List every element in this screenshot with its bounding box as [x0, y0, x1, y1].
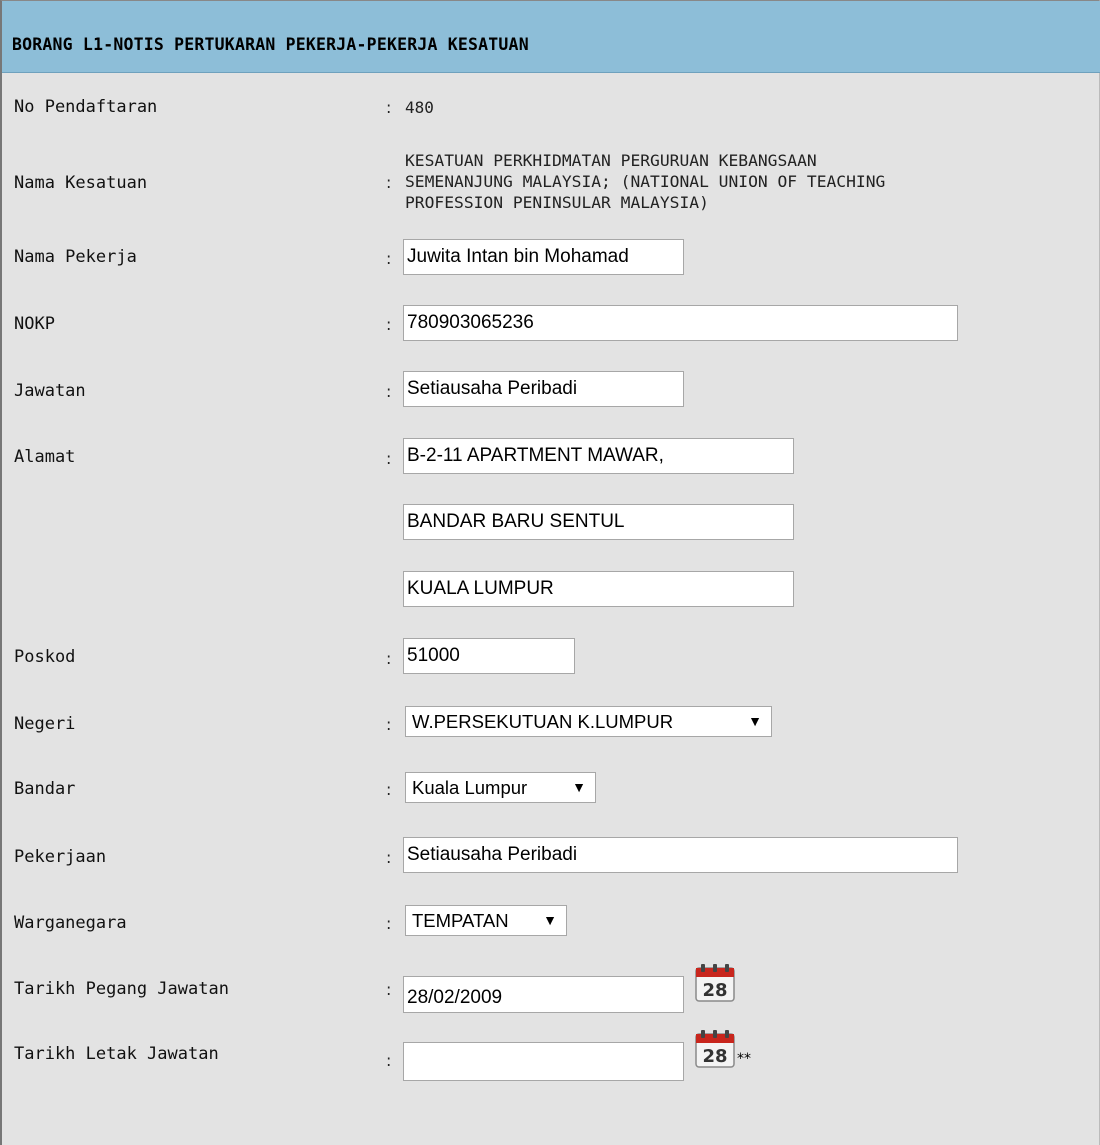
no-pendaftaran-value: 480	[405, 98, 434, 117]
colon: :	[386, 914, 392, 933]
negeri-selected-value: W.PERSEKUTUAN K.LUMPUR	[412, 711, 674, 732]
alamat-line3-input[interactable]	[403, 571, 794, 607]
negeri-select[interactable]: W.PERSEKUTUAN K.LUMPUR ▼	[405, 706, 772, 737]
form-header: BORANG L1-NOTIS PERTUKARAN PEKERJA-PEKER…	[2, 1, 1100, 73]
bandar-selected-value: Kuala Lumpur	[412, 777, 528, 798]
jawatan-label: Jawatan	[14, 381, 86, 401]
colon: :	[386, 98, 392, 117]
bandar-select[interactable]: Kuala Lumpur ▼	[405, 772, 596, 803]
nama-kesatuan-value: KESATUAN PERKHIDMATAN PERGURUAN KEBANGSA…	[405, 150, 1065, 213]
warganegara-label: Warganegara	[14, 913, 127, 933]
form-panel: BORANG L1-NOTIS PERTUKARAN PEKERJA-PEKER…	[0, 0, 1100, 1145]
tarikh-pegang-jawatan-label: Tarikh Pegang Jawatan	[14, 979, 229, 999]
colon: :	[386, 449, 392, 468]
colon: :	[386, 249, 392, 268]
bandar-label: Bandar	[14, 779, 76, 799]
tarikh-pegang-jawatan-input[interactable]	[403, 976, 684, 1013]
jawatan-input[interactable]	[403, 371, 684, 407]
colon: :	[386, 315, 392, 334]
poskod-input[interactable]	[403, 638, 575, 674]
calendar-icon[interactable]: 28	[695, 962, 735, 1002]
required-note: **	[737, 1051, 751, 1067]
colon: :	[386, 382, 392, 401]
nokp-label: NOKP	[14, 314, 55, 334]
colon: :	[386, 980, 392, 999]
alamat-label: Alamat	[14, 447, 76, 467]
colon: :	[386, 848, 392, 867]
poskod-label: Poskod	[14, 647, 76, 667]
alamat-line2-input[interactable]	[403, 504, 794, 540]
tarikh-letak-jawatan-input[interactable]	[403, 1042, 684, 1081]
triangle-down-icon: ▼	[748, 713, 762, 729]
triangle-down-icon: ▼	[543, 912, 557, 928]
colon: :	[386, 780, 392, 799]
nama-kesatuan-line: KESATUAN PERKHIDMATAN PERGURUAN KEBANGSA…	[405, 151, 817, 170]
negeri-label: Negeri	[14, 714, 76, 734]
warganegara-selected-value: TEMPATAN	[412, 910, 509, 931]
form-title: BORANG L1-NOTIS PERTUKARAN PEKERJA-PEKER…	[12, 35, 529, 54]
colon: :	[386, 649, 392, 668]
colon: :	[386, 1051, 392, 1070]
nama-kesatuan-line: PROFESSION PENINSULAR MALAYSIA)	[405, 193, 709, 212]
pekerjaan-input[interactable]	[403, 837, 958, 873]
pekerjaan-label: Pekerjaan	[14, 847, 107, 867]
nama-pekerja-input[interactable]	[403, 239, 684, 275]
nama-kesatuan-line: SEMENANJUNG MALAYSIA; (NATIONAL UNION OF…	[405, 172, 886, 191]
no-pendaftaran-label: No Pendaftaran	[14, 97, 158, 117]
colon: :	[386, 715, 392, 734]
alamat-line1-input[interactable]	[403, 438, 794, 474]
warganegara-select[interactable]: TEMPATAN ▼	[405, 905, 567, 936]
calendar-day-label: 28	[702, 1046, 727, 1067]
nokp-input[interactable]	[403, 305, 958, 341]
calendar-day-label: 28	[702, 980, 727, 1001]
calendar-icon[interactable]: 28	[695, 1028, 735, 1068]
tarikh-letak-jawatan-label: Tarikh Letak Jawatan	[14, 1044, 219, 1064]
nama-pekerja-label: Nama Pekerja	[14, 247, 137, 267]
nama-kesatuan-label: Nama Kesatuan	[14, 173, 148, 193]
triangle-down-icon: ▼	[572, 779, 586, 795]
colon: :	[386, 173, 392, 192]
